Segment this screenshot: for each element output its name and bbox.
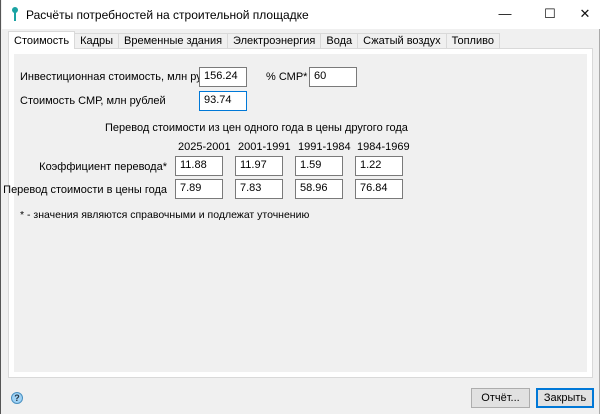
coef-input[interactable]: 1.22 bbox=[355, 156, 403, 176]
tab-electricity[interactable]: Электроэнергия bbox=[227, 33, 322, 49]
period-header: 2025-2001 bbox=[178, 141, 231, 153]
coef-input[interactable]: 1.59 bbox=[295, 156, 343, 176]
tab-staff[interactable]: Кадры bbox=[74, 33, 120, 49]
window-title: Расчёты потребностей на строительной пло… bbox=[26, 8, 309, 22]
close-button[interactable]: Закрыть bbox=[536, 388, 594, 408]
conv-label: Перевод стоимости в цены года bbox=[3, 184, 167, 196]
smr-input[interactable]: 93.74 bbox=[199, 91, 247, 111]
tab-temp-buildings[interactable]: Временные здания bbox=[118, 33, 229, 49]
minimize-button[interactable]: — bbox=[495, 4, 515, 24]
coef-input[interactable]: 11.88 bbox=[175, 156, 223, 176]
footnote: * - значения являются справочными и подл… bbox=[20, 209, 310, 221]
invest-input[interactable]: 156.24 bbox=[199, 67, 247, 87]
maximize-button[interactable]: ☐ bbox=[540, 4, 560, 24]
conv-input[interactable]: 7.89 bbox=[175, 179, 223, 199]
conv-input[interactable]: 7.83 bbox=[235, 179, 283, 199]
help-icon[interactable]: ? bbox=[11, 392, 23, 404]
smr-pct-input[interactable]: 60 bbox=[309, 67, 357, 87]
smr-label: Стоимость СМР, млн рублей bbox=[20, 95, 166, 107]
tab-fuel[interactable]: Топливо bbox=[445, 33, 500, 49]
tab-compressed-air[interactable]: Сжатый воздух bbox=[357, 33, 447, 49]
coef-input[interactable]: 11.97 bbox=[235, 156, 283, 176]
conv-input[interactable]: 76.84 bbox=[355, 179, 403, 199]
period-header: 2001-1991 bbox=[238, 141, 291, 153]
tab-cost[interactable]: Стоимость bbox=[8, 31, 76, 49]
invest-label: Инвестиционная стоимость, млн рублей bbox=[20, 71, 227, 83]
tab-water[interactable]: Вода bbox=[320, 33, 359, 49]
app-icon bbox=[12, 7, 18, 21]
close-window-button[interactable]: ✕ bbox=[575, 4, 595, 24]
smr-pct-label: % СМР* bbox=[266, 71, 308, 83]
period-header: 1991-1984 bbox=[298, 141, 351, 153]
report-button[interactable]: Отчёт... bbox=[471, 388, 530, 408]
coef-label: Коэффициент перевода* bbox=[39, 161, 167, 173]
conv-input[interactable]: 58.96 bbox=[295, 179, 343, 199]
title-bar: Расчёты потребностей на строительной пло… bbox=[2, 0, 600, 29]
conversion-title: Перевод стоимости из цен одного года в ц… bbox=[105, 122, 408, 134]
period-header: 1984-1969 bbox=[357, 141, 410, 153]
tab-bar: Стоимость Кадры Временные здания Электро… bbox=[8, 31, 500, 49]
